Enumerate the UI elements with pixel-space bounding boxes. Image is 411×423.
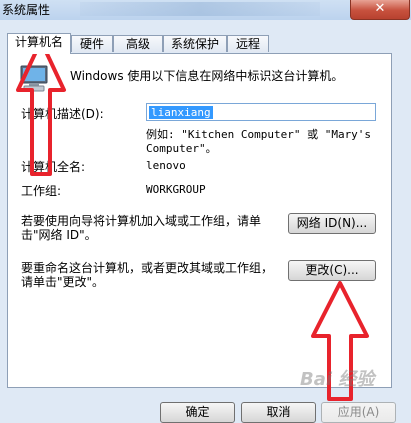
workgroup-value: WORKGROUP [146, 183, 206, 196]
tab-system-protection[interactable]: 系统保护 [163, 35, 227, 52]
info-text: Windows 使用以下信息在网络中标识这台计算机。 [70, 69, 344, 83]
tab-computer-name[interactable]: 计算机名 [7, 33, 71, 54]
network-id-button[interactable]: 网络 ID(N)... [288, 213, 376, 234]
description-input[interactable]: lianxiang [146, 103, 376, 121]
cancel-button[interactable]: 取消 [241, 402, 316, 423]
network-id-text-line2: 击"网络 ID"。 [21, 228, 97, 242]
apply-button[interactable]: 应用(A) [321, 402, 396, 423]
watermark: Bai 经验 [300, 369, 375, 390]
annotation-arrow-up-left [16, 39, 66, 176]
title-bar: 系统属性 ✕ [0, 0, 411, 20]
full-name-value: lenovo [146, 159, 186, 172]
workgroup-label: 工作组: [21, 184, 62, 198]
rename-text-line2: 请单击"更改"。 [21, 275, 105, 289]
description-value: lianxiang [149, 106, 213, 119]
tab-remote[interactable]: 远程 [227, 35, 269, 52]
tab-advanced[interactable]: 高级 [113, 35, 163, 52]
description-example: 例如: "Kitchen Computer" 或 "Mary's Compute… [146, 128, 372, 155]
tab-hardware[interactable]: 硬件 [71, 35, 113, 52]
close-button[interactable]: ✕ [350, 0, 410, 20]
change-button[interactable]: 更改(C)... [288, 260, 376, 281]
ok-button[interactable]: 确定 [160, 402, 235, 423]
window-title: 系统属性 [2, 3, 51, 17]
title-bar-blur [80, 2, 320, 16]
